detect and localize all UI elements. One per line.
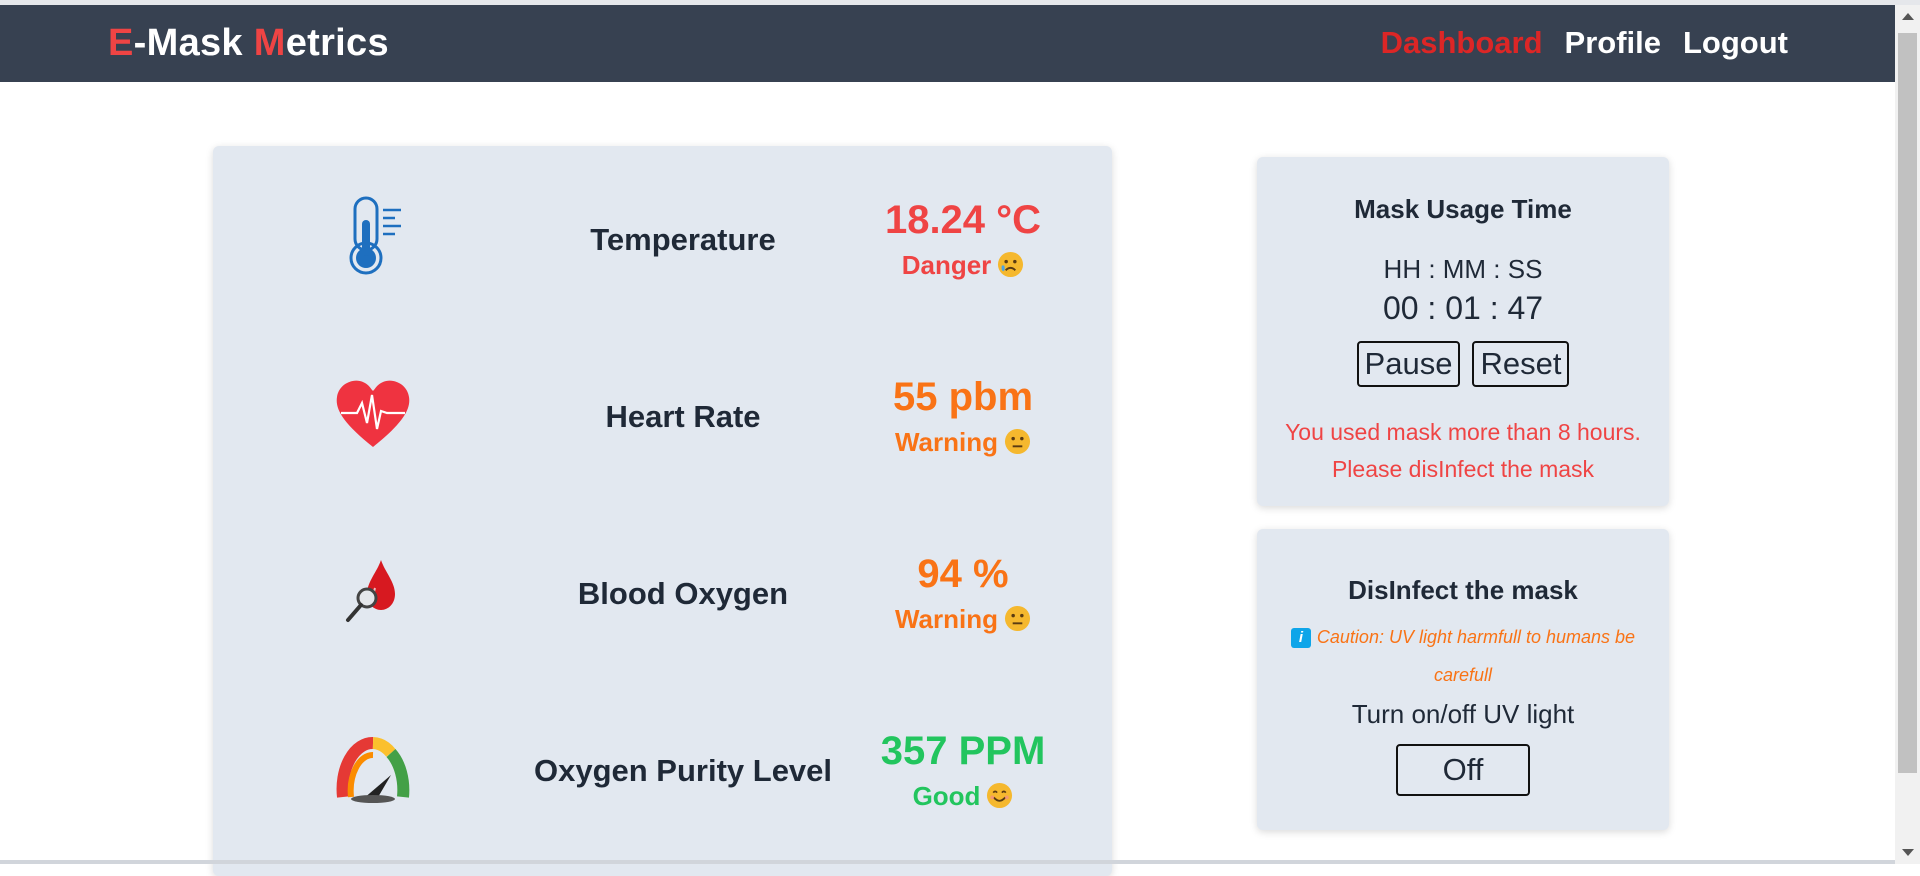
mask-usage-title: Mask Usage Time [1354,194,1572,224]
usage-warning-line-2: Please disInfect the mask [1331,456,1595,482]
sensor-label: Blood Oxygen [577,576,789,611]
usage-warning-message: You used mask more than 8 hours. Please … [1257,414,1669,488]
disinfect-card: DisInfect the mask i Caution: UV light ha… [1257,529,1669,830]
usage-warning-line-1: You used mask more than 8 hours. [1285,419,1641,445]
sensor-row-heart-rate: Heart Rate 55 pbm Warning [213,353,1112,473]
nav-link-logout[interactable]: Logout [1683,25,1788,61]
brand-letter-m: M [253,22,286,64]
vertical-scrollbar[interactable] [1895,5,1920,864]
disinfect-title: DisInfect the mask [1348,575,1578,605]
caution-note: i Caution: UV light harmfull to humans be… [1287,618,1639,694]
sensor-label: Oxygen Purity Level [533,753,833,788]
timer-controls: Pause Reset [1257,341,1669,387]
window-bottom-border [0,860,1895,864]
thermometer-icon [333,196,413,276]
sensor-label: Temperature [590,222,776,257]
info-icon: i [1290,628,1311,648]
brand-letter-e: E [108,22,134,64]
brand-text-2: etrics [285,22,389,64]
reset-button[interactable]: Reset [1472,341,1570,387]
sensor-status: Danger [853,250,1073,281]
sensor-status: Warning [853,427,1073,458]
sensor-status-text: Good [912,781,981,811]
sensor-row-temperature: Temperature 18.24 °C Danger [213,176,1112,296]
neutral-emoji-icon [1004,428,1031,455]
sad-emoji-icon [998,251,1024,278]
uv-toggle-wrap: Off [1257,744,1669,796]
sensor-value: 55 pbm [892,375,1034,419]
brand-logo[interactable]: E-Mask Metrics [108,22,389,65]
neutral-emoji-icon [1004,605,1031,632]
sensor-row-oxygen-purity: Oxygen Purity Level 357 PPM Good [213,707,1112,827]
uv-toggle-button[interactable]: Off [1396,744,1530,796]
sensor-status: Good [853,781,1073,812]
sensor-label: Heart Rate [605,399,761,434]
sensor-card: Temperature 18.24 °C Danger Heart Rate 5… [213,146,1112,876]
sensor-status-text: Warning [894,604,999,634]
nav-links: Dashboard Profile Logout [1381,25,1788,61]
scrollbar-thumb[interactable] [1898,33,1917,773]
sensor-value: 18.24 °C [884,198,1042,242]
scroll-up-arrow-icon[interactable] [1902,13,1914,20]
usage-timer: 00 : 01 : 47 [1382,290,1544,326]
mask-usage-card: Mask Usage Time HH : MM : SS 00 : 01 : 4… [1257,157,1669,506]
time-format-label: HH : MM : SS [1383,254,1543,284]
nav-link-dashboard[interactable]: Dashboard [1381,25,1543,61]
blood-drop-icon [333,550,413,630]
pause-button[interactable]: Pause [1356,341,1461,387]
navbar: E-Mask Metrics Dashboard Profile Logout [0,5,1895,82]
sensor-status-text: Danger [901,250,992,280]
smile-emoji-icon [987,782,1013,809]
sensor-status-text: Warning [894,427,999,457]
scroll-down-arrow-icon[interactable] [1902,849,1914,856]
sensor-row-blood-oxygen: Blood Oxygen 94 % Warning [213,530,1112,650]
gauge-icon [333,727,413,807]
caution-text: Caution: UV light harmfull to humans be … [1316,627,1636,685]
heart-rate-icon [333,373,413,453]
sensor-value: 357 PPM [880,729,1046,773]
nav-link-profile[interactable]: Profile [1565,25,1661,61]
brand-text-1: -Mask [133,22,254,64]
uv-toggle-label: Turn on/off UV light [1351,699,1575,729]
sensor-status: Warning [853,604,1073,635]
sensor-value: 94 % [917,552,1009,596]
